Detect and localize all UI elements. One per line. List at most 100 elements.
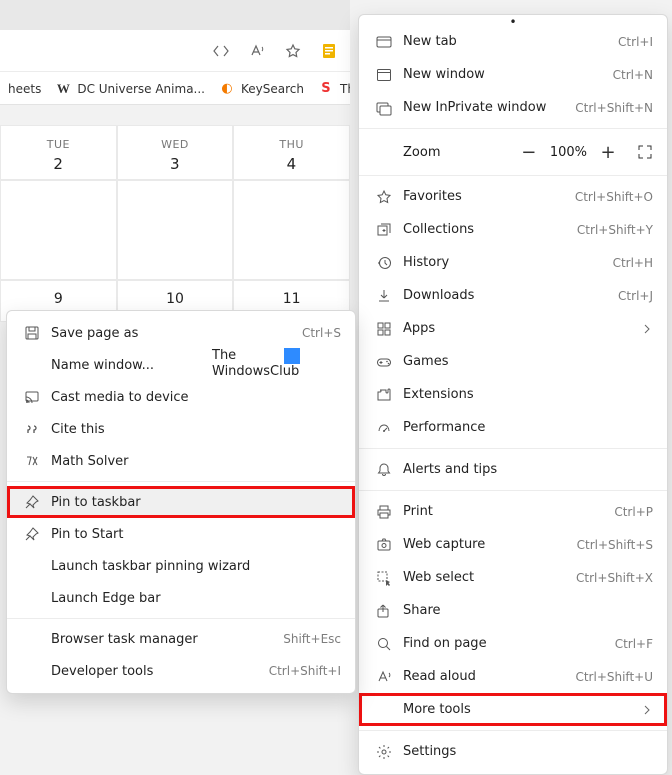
menu-item-label: Cast media to device [43, 390, 341, 405]
menu-item-label: Find on page [395, 636, 615, 651]
menu-item-label: Launch taskbar pinning wizard [43, 559, 341, 574]
browser-chrome: heets W DC Universe Anima... ◐ KeySearch… [0, 0, 350, 105]
menu-item-web-capture[interactable]: Web captureCtrl+Shift+S [359, 528, 667, 561]
menu-shortcut: Ctrl+S [302, 326, 341, 340]
menu-shortcut: Ctrl+I [618, 35, 653, 49]
menu-item-games[interactable]: Games [359, 345, 667, 378]
menu-shortcut: Ctrl+N [613, 68, 653, 82]
menu-item-apps[interactable]: Apps [359, 312, 667, 345]
menu-shortcut: Ctrl+Shift+S [577, 538, 653, 552]
calendar-cell[interactable] [233, 180, 350, 280]
menu-item-label: Favorites [395, 189, 575, 204]
calendar-view: TUE2 WED3 THU4 9 10 11 [0, 125, 350, 322]
menu-item-find-on-page[interactable]: Find on pageCtrl+F [359, 627, 667, 660]
read-icon [373, 669, 395, 685]
gear-icon [373, 744, 395, 760]
newtab-icon [373, 34, 395, 50]
menu-item-settings[interactable]: Settings [359, 735, 667, 768]
menu-item-launch-edge-bar[interactable]: Launch Edge bar [7, 582, 355, 614]
menu-shortcut: Ctrl+F [615, 637, 653, 651]
menu-item-read-aloud[interactable]: Read aloudCtrl+Shift+U [359, 660, 667, 693]
menu-item-math-solver[interactable]: Math Solver [7, 445, 355, 477]
menu-item-label: Games [395, 354, 653, 369]
zoom-out-button[interactable]: − [516, 139, 542, 165]
menu-item-share[interactable]: Share [359, 594, 667, 627]
bookmark-item[interactable]: ◐ KeySearch [219, 81, 304, 97]
ext-icon [373, 387, 395, 403]
pin-icon [21, 526, 43, 542]
menu-item-cite-this[interactable]: Cite this [7, 413, 355, 445]
menu-item-label: Launch Edge bar [43, 591, 341, 606]
save-icon [21, 325, 43, 341]
menu-item-new-tab[interactable]: New tabCtrl+I [359, 25, 667, 58]
menu-item-new-inprivate-window[interactable]: New InPrivate windowCtrl+Shift+N [359, 91, 667, 124]
menu-item-print[interactable]: PrintCtrl+P [359, 495, 667, 528]
math-icon [21, 453, 43, 469]
menu-item-more-tools[interactable]: More tools [359, 693, 667, 726]
favorites-star-icon[interactable] [284, 42, 302, 60]
bookmark-label: DC Universe Anima... [77, 82, 205, 96]
menu-item-performance[interactable]: Performance [359, 411, 667, 444]
bookmark-item[interactable]: S The HandB [318, 81, 350, 97]
read-aloud-icon[interactable] [248, 42, 266, 60]
calendar-cell[interactable] [0, 180, 117, 280]
fullscreen-icon[interactable] [637, 144, 653, 160]
menu-item-label: Read aloud [395, 669, 575, 684]
zoom-row: Zoom−100%+ [359, 133, 667, 171]
menu-item-downloads[interactable]: DownloadsCtrl+J [359, 279, 667, 312]
menu-separator [359, 448, 667, 449]
cast-icon [21, 389, 43, 405]
bookmark-item[interactable]: heets [8, 82, 41, 96]
zoom-in-button[interactable]: + [595, 139, 621, 165]
window-icon [373, 67, 395, 83]
games-icon [373, 354, 395, 370]
menu-item-name-window[interactable]: Name window... [7, 349, 355, 381]
menu-shortcut: Ctrl+Shift+U [575, 670, 653, 684]
menu-item-collections[interactable]: CollectionsCtrl+Shift+Y [359, 213, 667, 246]
menu-item-label: Web capture [395, 537, 577, 552]
menu-item-browser-task-manager[interactable]: Browser task managerShift+Esc [7, 623, 355, 655]
menu-item-extensions[interactable]: Extensions [359, 378, 667, 411]
menu-item-label: Pin to taskbar [43, 495, 341, 510]
keysearch-icon: ◐ [219, 81, 235, 97]
calendar-day-header: THU4 [233, 125, 350, 180]
menu-item-favorites[interactable]: FavoritesCtrl+Shift+O [359, 180, 667, 213]
handbrake-icon: S [318, 81, 334, 97]
menu-shortcut: Ctrl+J [618, 289, 653, 303]
menu-item-label: Settings [395, 744, 653, 759]
menu-item-label: New tab [395, 34, 618, 49]
zoom-percent: 100% [542, 145, 595, 160]
menu-item-pin-to-taskbar[interactable]: Pin to taskbar [7, 486, 355, 518]
devtools-icon[interactable] [212, 42, 230, 60]
menu-item-alerts-and-tips[interactable]: Alerts and tips [359, 453, 667, 486]
menu-shortcut: Ctrl+Shift+X [576, 571, 653, 585]
history-icon [373, 255, 395, 271]
calendar-day-header: TUE2 [0, 125, 117, 180]
menu-item-history[interactable]: HistoryCtrl+H [359, 246, 667, 279]
menu-item-cast-media-to-device[interactable]: Cast media to device [7, 381, 355, 413]
apps-icon [373, 321, 395, 337]
menu-drag-handle[interactable]: • [359, 15, 667, 25]
menu-item-developer-tools[interactable]: Developer toolsCtrl+Shift+I [7, 655, 355, 687]
menu-item-pin-to-start[interactable]: Pin to Start [7, 518, 355, 550]
menu-item-new-window[interactable]: New windowCtrl+N [359, 58, 667, 91]
menu-item-label: Name window... [43, 358, 341, 373]
print-icon [373, 504, 395, 520]
menu-item-label: More tools [395, 702, 641, 717]
more-tools-submenu: Save page asCtrl+S Name window... Cast med… [6, 310, 356, 694]
docs-icon[interactable] [320, 42, 338, 60]
browser-main-menu: • New tabCtrl+INew windowCtrl+NNew InPri… [358, 14, 668, 775]
bell-icon [373, 462, 395, 478]
menu-item-web-select[interactable]: Web selectCtrl+Shift+X [359, 561, 667, 594]
menu-separator [7, 481, 355, 482]
collections-icon [373, 222, 395, 238]
perf-icon [373, 420, 395, 436]
menu-item-label: Browser task manager [43, 632, 283, 647]
capture-icon [373, 537, 395, 553]
calendar-cell[interactable] [117, 180, 234, 280]
bookmark-item[interactable]: W DC Universe Anima... [55, 81, 205, 97]
menu-item-label: Share [395, 603, 653, 618]
menu-item-save-page-as[interactable]: Save page asCtrl+S [7, 317, 355, 349]
download-icon [373, 288, 395, 304]
menu-item-launch-taskbar-pinning-wizard[interactable]: Launch taskbar pinning wizard [7, 550, 355, 582]
